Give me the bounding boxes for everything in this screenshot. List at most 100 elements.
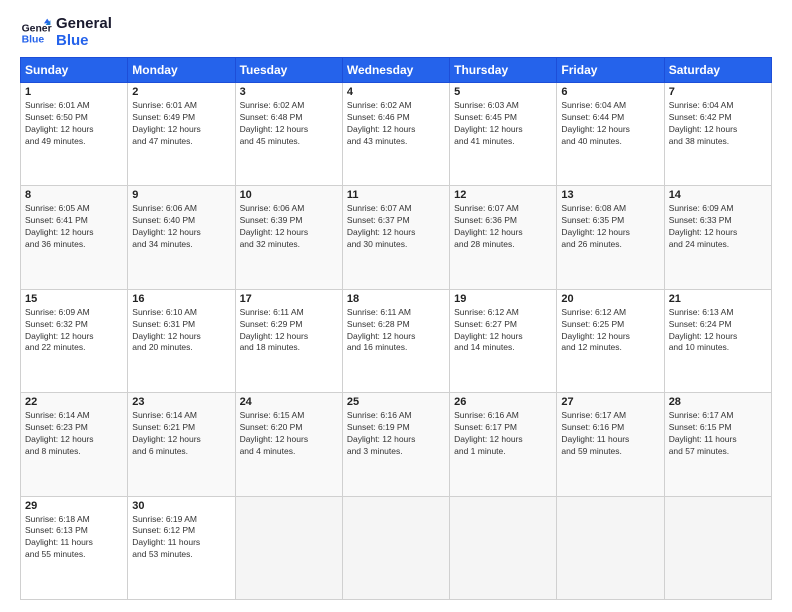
day-info: Sunrise: 6:12 AMSunset: 6:27 PMDaylight:… [454,307,552,355]
day-info: Sunrise: 6:15 AMSunset: 6:20 PMDaylight:… [240,410,338,458]
day-info: Sunrise: 6:04 AMSunset: 6:42 PMDaylight:… [669,100,767,148]
weekday-header-friday: Friday [557,58,664,83]
day-info: Sunrise: 6:16 AMSunset: 6:19 PMDaylight:… [347,410,445,458]
calendar-cell [557,496,664,599]
week-row-5: 29 Sunrise: 6:18 AMSunset: 6:13 PMDayligh… [21,496,772,599]
calendar-cell: 18 Sunrise: 6:11 AMSunset: 6:28 PMDayligh… [342,289,449,392]
calendar-cell: 1Sunrise: 6:01 AMSunset: 6:50 PMDaylight… [21,83,128,186]
day-info: Sunrise: 6:11 AMSunset: 6:29 PMDaylight:… [240,307,338,355]
page: General Blue General Blue SundayMondayTu… [0,0,792,612]
calendar-cell: 25 Sunrise: 6:16 AMSunset: 6:19 PMDayligh… [342,393,449,496]
day-number: 8 [25,189,123,201]
day-info: Sunrise: 6:07 AMSunset: 6:37 PMDaylight:… [347,203,445,251]
calendar-cell: 7 Sunrise: 6:04 AMSunset: 6:42 PMDaylight… [664,83,771,186]
day-number: 15 [25,293,123,305]
day-info: Sunrise: 6:06 AMSunset: 6:39 PMDaylight:… [240,203,338,251]
day-number: 16 [132,293,230,305]
day-number: 26 [454,396,552,408]
week-row-4: 22 Sunrise: 6:14 AMSunset: 6:23 PMDayligh… [21,393,772,496]
day-info: Sunrise: 6:03 AMSunset: 6:45 PMDaylight:… [454,100,552,148]
day-number: 17 [240,293,338,305]
weekday-header-row: SundayMondayTuesdayWednesdayThursdayFrid… [21,58,772,83]
calendar-cell: 9Sunrise: 6:06 AMSunset: 6:40 PMDaylight… [128,186,235,289]
calendar-cell: 8Sunrise: 6:05 AMSunset: 6:41 PMDaylight… [21,186,128,289]
day-number: 10 [240,189,338,201]
logo-blue: Blue [56,33,112,50]
week-row-3: 15 Sunrise: 6:09 AMSunset: 6:32 PMDayligh… [21,289,772,392]
calendar-cell [342,496,449,599]
header: General Blue General Blue [20,16,772,49]
day-number: 22 [25,396,123,408]
week-row-1: 1Sunrise: 6:01 AMSunset: 6:50 PMDaylight… [21,83,772,186]
calendar-cell: 10 Sunrise: 6:06 AMSunset: 6:39 PMDayligh… [235,186,342,289]
calendar-cell: 3 Sunrise: 6:02 AMSunset: 6:48 PMDaylight… [235,83,342,186]
day-number: 14 [669,189,767,201]
calendar-cell: 2 Sunrise: 6:01 AMSunset: 6:49 PMDaylight… [128,83,235,186]
logo-icon: General Blue [20,17,52,49]
svg-text:Blue: Blue [22,34,45,45]
day-info: Sunrise: 6:19 AMSunset: 6:12 PMDaylight:… [132,514,230,562]
calendar-cell [664,496,771,599]
calendar-cell: 17 Sunrise: 6:11 AMSunset: 6:29 PMDayligh… [235,289,342,392]
calendar-cell: 14 Sunrise: 6:09 AMSunset: 6:33 PMDayligh… [664,186,771,289]
day-number: 3 [240,86,338,98]
calendar-table: SundayMondayTuesdayWednesdayThursdayFrid… [20,57,772,600]
day-info: Sunrise: 6:09 AMSunset: 6:32 PMDaylight:… [25,307,123,355]
calendar-cell: 27Sunrise: 6:17 AMSunset: 6:16 PMDayligh… [557,393,664,496]
day-number: 12 [454,189,552,201]
calendar-cell: 22 Sunrise: 6:14 AMSunset: 6:23 PMDayligh… [21,393,128,496]
calendar-cell: 21Sunrise: 6:13 AMSunset: 6:24 PMDayligh… [664,289,771,392]
weekday-header-sunday: Sunday [21,58,128,83]
day-info: Sunrise: 6:12 AMSunset: 6:25 PMDaylight:… [561,307,659,355]
weekday-header-tuesday: Tuesday [235,58,342,83]
day-info: Sunrise: 6:16 AMSunset: 6:17 PMDaylight:… [454,410,552,458]
day-info: Sunrise: 6:17 AMSunset: 6:15 PMDaylight:… [669,410,767,458]
weekday-header-saturday: Saturday [664,58,771,83]
day-number: 2 [132,86,230,98]
day-number: 19 [454,293,552,305]
day-number: 27 [561,396,659,408]
calendar-cell: 12 Sunrise: 6:07 AMSunset: 6:36 PMDayligh… [450,186,557,289]
day-info: Sunrise: 6:14 AMSunset: 6:21 PMDaylight:… [132,410,230,458]
calendar-cell: 23Sunrise: 6:14 AMSunset: 6:21 PMDayligh… [128,393,235,496]
day-info: Sunrise: 6:01 AMSunset: 6:49 PMDaylight:… [132,100,230,148]
day-number: 28 [669,396,767,408]
day-info: Sunrise: 6:02 AMSunset: 6:46 PMDaylight:… [347,100,445,148]
day-number: 24 [240,396,338,408]
weekday-header-wednesday: Wednesday [342,58,449,83]
calendar-cell: 26 Sunrise: 6:16 AMSunset: 6:17 PMDayligh… [450,393,557,496]
day-number: 4 [347,86,445,98]
day-info: Sunrise: 6:07 AMSunset: 6:36 PMDaylight:… [454,203,552,251]
calendar-cell: 28 Sunrise: 6:17 AMSunset: 6:15 PMDayligh… [664,393,771,496]
day-info: Sunrise: 6:04 AMSunset: 6:44 PMDaylight:… [561,100,659,148]
calendar-cell: 15 Sunrise: 6:09 AMSunset: 6:32 PMDayligh… [21,289,128,392]
logo-text: General [56,16,112,33]
day-number: 29 [25,500,123,512]
day-info: Sunrise: 6:02 AMSunset: 6:48 PMDaylight:… [240,100,338,148]
calendar-cell [235,496,342,599]
day-info: Sunrise: 6:14 AMSunset: 6:23 PMDaylight:… [25,410,123,458]
day-info: Sunrise: 6:13 AMSunset: 6:24 PMDaylight:… [669,307,767,355]
calendar-cell: 30Sunrise: 6:19 AMSunset: 6:12 PMDayligh… [128,496,235,599]
logo: General Blue General Blue [20,16,112,49]
day-info: Sunrise: 6:18 AMSunset: 6:13 PMDaylight:… [25,514,123,562]
weekday-header-thursday: Thursday [450,58,557,83]
day-number: 7 [669,86,767,98]
calendar-cell: 13Sunrise: 6:08 AMSunset: 6:35 PMDayligh… [557,186,664,289]
day-number: 5 [454,86,552,98]
calendar-cell: 16 Sunrise: 6:10 AMSunset: 6:31 PMDayligh… [128,289,235,392]
calendar-cell: 29 Sunrise: 6:18 AMSunset: 6:13 PMDayligh… [21,496,128,599]
day-info: Sunrise: 6:10 AMSunset: 6:31 PMDaylight:… [132,307,230,355]
day-number: 6 [561,86,659,98]
week-row-2: 8Sunrise: 6:05 AMSunset: 6:41 PMDaylight… [21,186,772,289]
day-number: 11 [347,189,445,201]
calendar-cell: 24 Sunrise: 6:15 AMSunset: 6:20 PMDayligh… [235,393,342,496]
calendar-cell: 20Sunrise: 6:12 AMSunset: 6:25 PMDayligh… [557,289,664,392]
svg-text:General: General [22,23,52,34]
day-info: Sunrise: 6:11 AMSunset: 6:28 PMDaylight:… [347,307,445,355]
day-number: 25 [347,396,445,408]
day-info: Sunrise: 6:09 AMSunset: 6:33 PMDaylight:… [669,203,767,251]
day-info: Sunrise: 6:08 AMSunset: 6:35 PMDaylight:… [561,203,659,251]
day-number: 18 [347,293,445,305]
calendar-cell: 19 Sunrise: 6:12 AMSunset: 6:27 PMDayligh… [450,289,557,392]
